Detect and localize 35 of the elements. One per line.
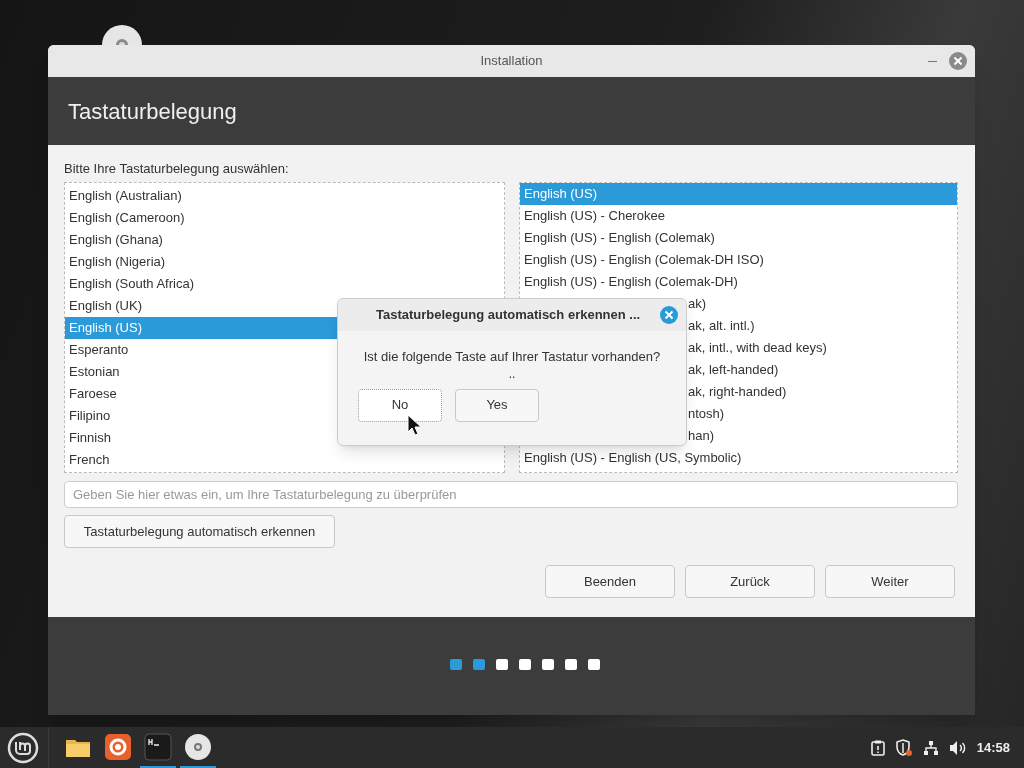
close-icon[interactable] <box>660 306 678 324</box>
back-button[interactable]: Zurück <box>685 565 815 598</box>
list-item[interactable]: English (South Africa) <box>65 273 504 295</box>
list-item[interactable]: English (Cameroon) <box>65 207 504 229</box>
clipboard-icon[interactable] <box>870 739 885 756</box>
list-item[interactable]: English (US) - Cherokee <box>520 205 957 227</box>
disc-icon <box>184 732 212 761</box>
list-item[interactable]: English (US) - English (US, Symbolic) <box>520 447 957 469</box>
list-item[interactable]: English (Australian) <box>65 185 504 207</box>
close-icon[interactable] <box>949 52 967 70</box>
list-item[interactable]: English (US) - English (Colemak) <box>520 227 957 249</box>
clock[interactable]: 14:58 <box>976 737 1010 758</box>
volume-icon[interactable] <box>948 739 967 756</box>
list-item[interactable]: English (US) - English (Colemak-DH) <box>520 271 957 293</box>
page-heading: Tastaturbelegung <box>68 97 237 126</box>
next-button[interactable]: Weiter <box>825 565 955 598</box>
network-icon[interactable] <box>922 739 939 756</box>
dialog-question: Ist die folgende Taste auf Ihrer Tastatur vorhanden? <box>362 348 662 366</box>
list-item[interactable]: English (Nigeria) <box>65 251 504 273</box>
browser-icon <box>104 732 132 761</box>
quit-button[interactable]: Beenden <box>545 565 675 598</box>
cursor-icon <box>407 414 424 436</box>
list-item[interactable]: English (Ghana) <box>65 229 504 251</box>
window-title: Installation <box>480 52 543 71</box>
dialog-button[interactable]: No <box>358 388 442 422</box>
key-symbol: .. <box>508 366 516 381</box>
list-item[interactable]: French <box>65 449 504 471</box>
test-input-field[interactable]: Geben Sie hier etwas ein, um Ihre Tastaturbelegung zu überprüfen <box>64 481 958 508</box>
mint-logo-icon[interactable] <box>7 731 39 764</box>
dialog-button[interactable]: Yes <box>455 388 539 422</box>
shield-icon[interactable] <box>894 738 913 757</box>
list-item[interactable]: English (US) - English (Colemak-DH ISO) <box>520 249 957 271</box>
terminal-icon <box>144 732 172 761</box>
prompt-text: Bitte Ihre Tastaturbelegung auswählen: <box>64 160 290 178</box>
detect-button[interactable]: Tastaturbelegung automatisch erkennen <box>64 515 335 548</box>
